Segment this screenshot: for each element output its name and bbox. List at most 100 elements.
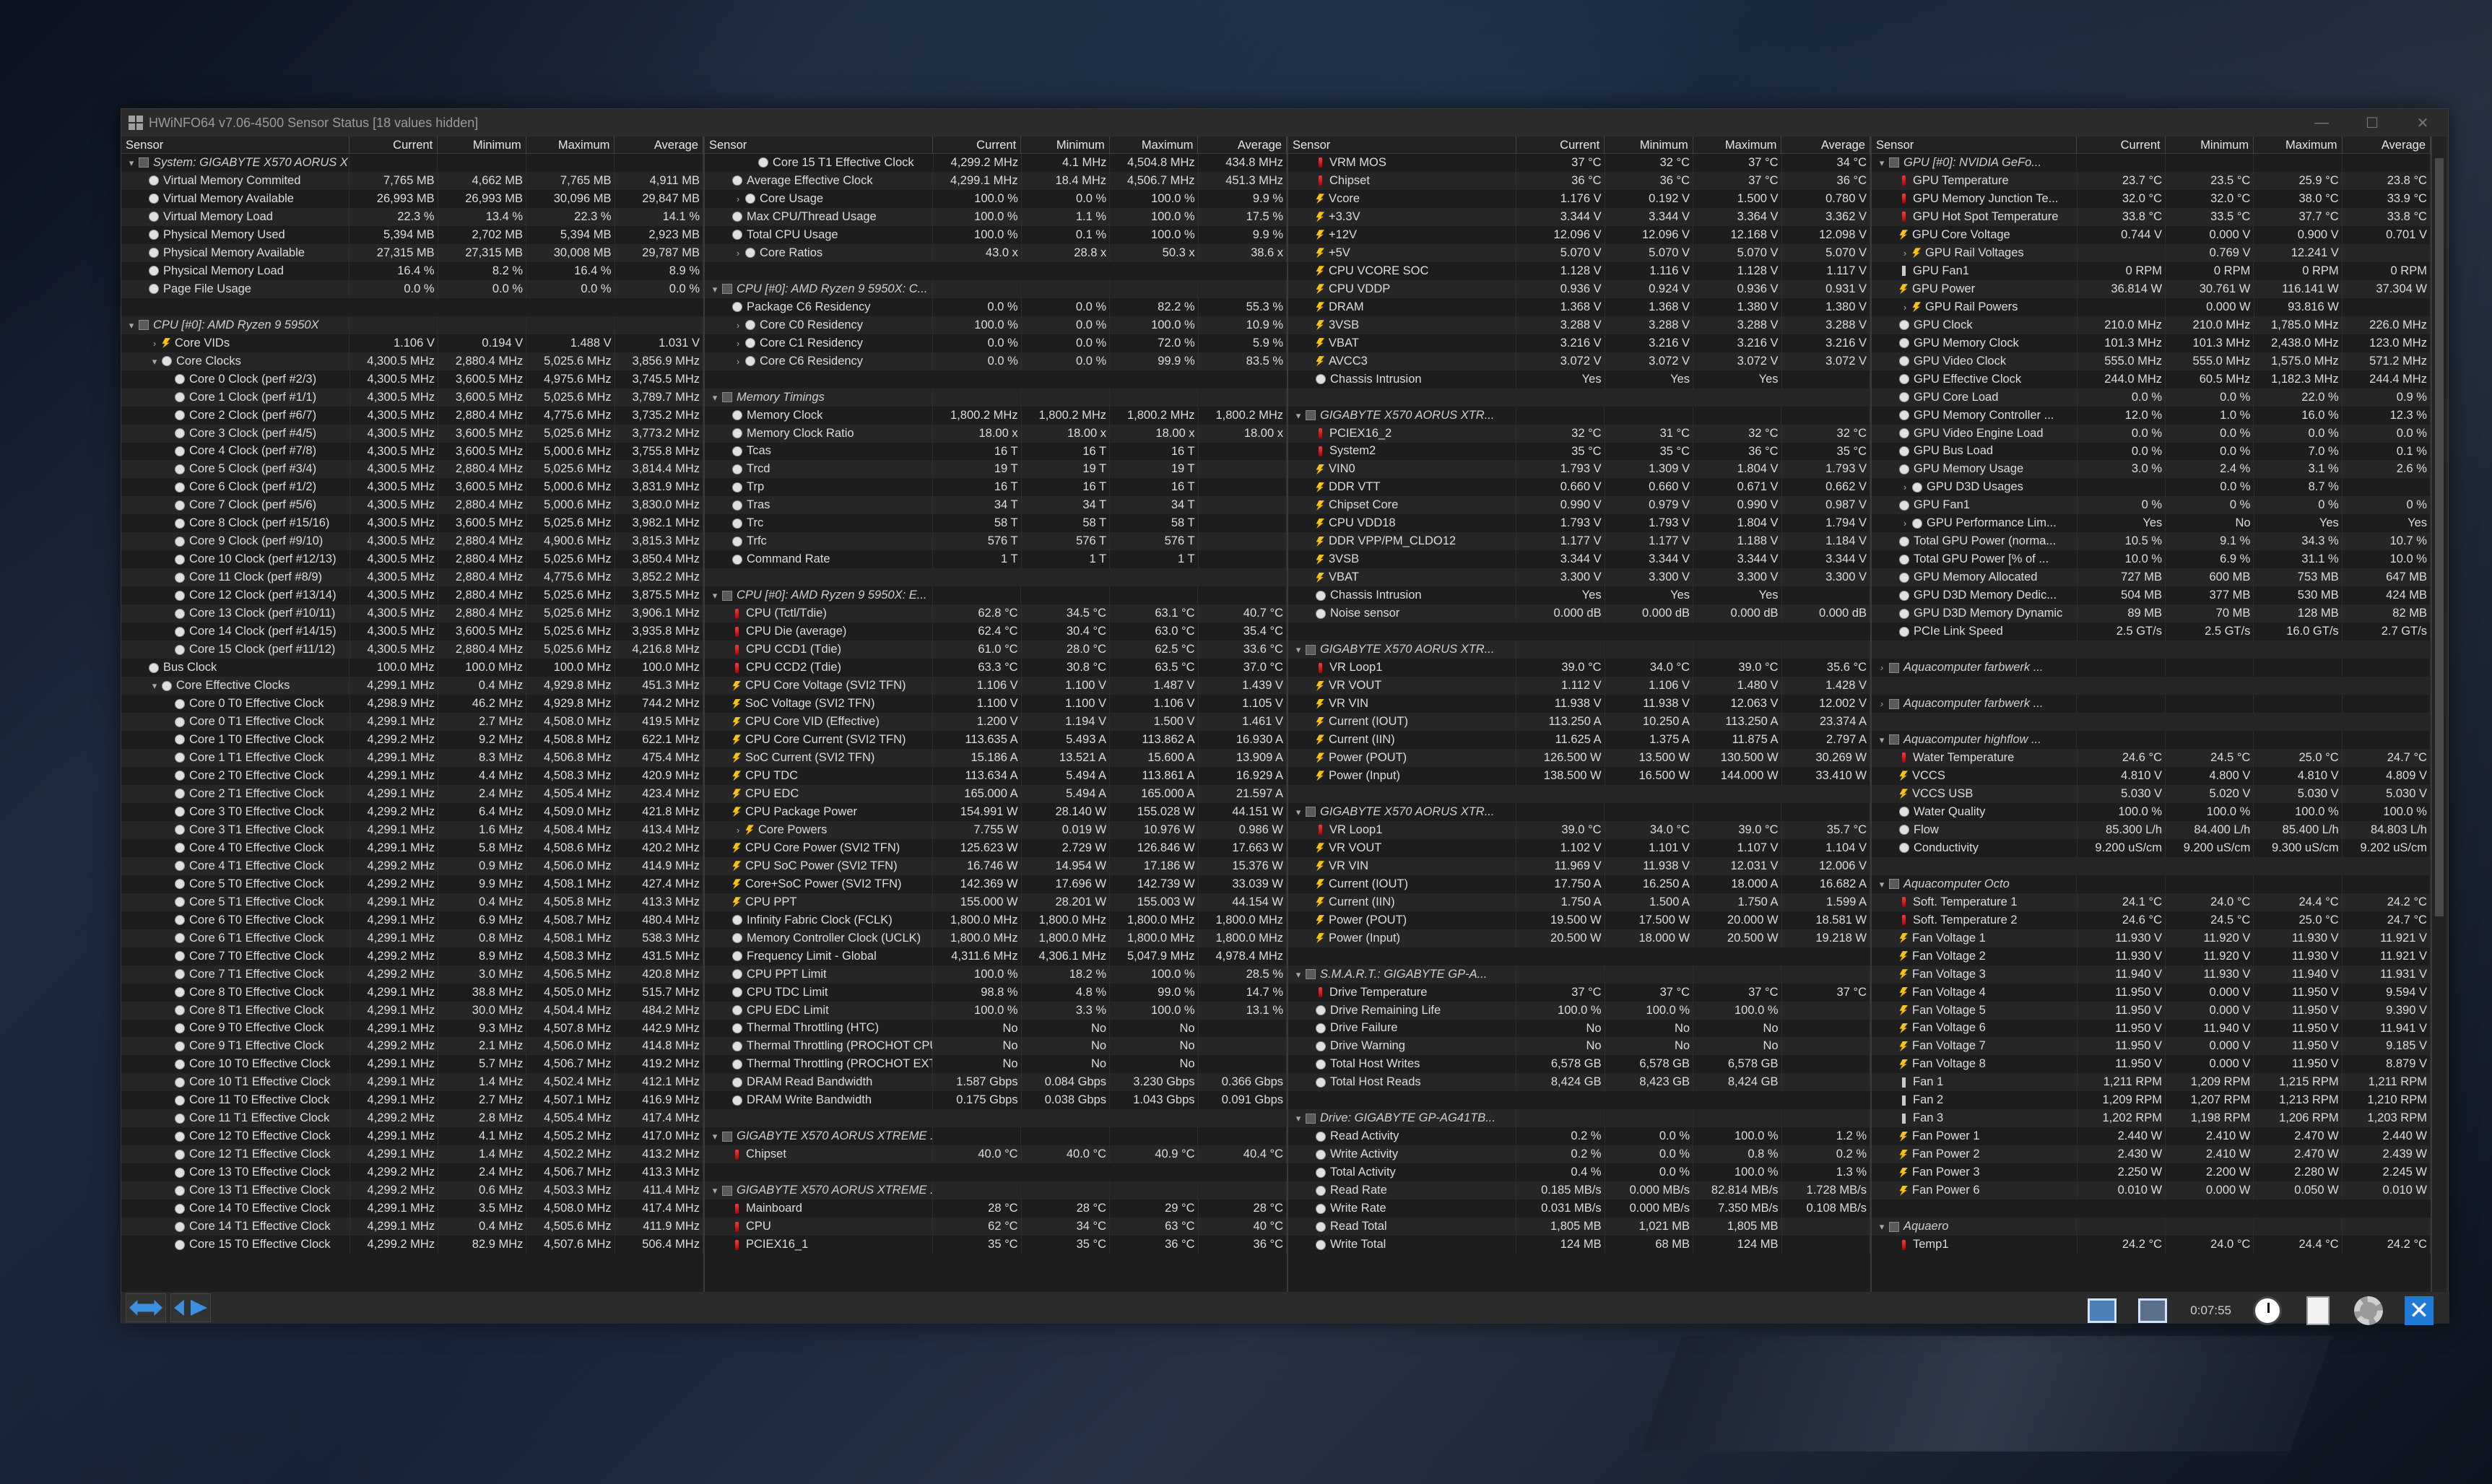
sensor-row[interactable]: CPU 62 °C 34 °C 63 °C 40 °C	[705, 1218, 1287, 1236]
sensor-row[interactable]: GPU Fan1 0 % 0 % 0 % 0 %	[1872, 496, 2431, 515]
sensor-row[interactable]: Drive Failure No No No	[1288, 1019, 1870, 1038]
sensor-row[interactable]: Core 1 T1 Effective Clock 4,299.1 MHz 8.3 …	[121, 748, 703, 767]
sensor-row[interactable]: Trcd 19 T 19 T 19 T	[705, 460, 1287, 479]
sensor-row[interactable]: Virtual Memory Available 26,993 MB 26,993 …	[121, 189, 703, 208]
minimize-button[interactable]: —	[2296, 109, 2347, 136]
expand-toggle-icon[interactable]: ▾	[126, 154, 137, 172]
sensor-row[interactable]: DRAM Write Bandwidth 0.175 Gbps 0.038 Gbps…	[705, 1091, 1287, 1110]
expand-toggle-icon[interactable]: ›	[732, 352, 744, 370]
sensor-group[interactable]: ▾ Aquaero	[1872, 1218, 2431, 1236]
sensor-row[interactable]: VR VIN 11.969 V 11.938 V 12.031 V 12.006 V	[1288, 856, 1870, 875]
sensor-row[interactable]: Fan Voltage 7 11.950 V 0.000 V 11.950 V 9.18…	[1872, 1037, 2431, 1056]
sensor-row[interactable]: Conductivity 9.200 uS/cm 9.200 uS/cm 9.300 …	[1872, 838, 2431, 857]
sensor-row[interactable]: Core 13 T0 Effective Clock 4,299.2 MHz 2.4…	[121, 1163, 703, 1182]
sensor-row[interactable]: System2 35 °C 35 °C 36 °C 35 °C	[1288, 442, 1870, 461]
expand-toggle-icon[interactable]: ▾	[709, 1181, 721, 1199]
sensor-group[interactable]: ▾ GIGABYTE X570 AORUS XTR...	[1288, 406, 1870, 425]
sensor-row[interactable]: AVCC3 3.072 V 3.072 V 3.072 V 3.072 V	[1288, 352, 1870, 370]
sensor-row[interactable]: Core 6 T1 Effective Clock 4,299.1 MHz 0.8 …	[121, 929, 703, 947]
sensor-row[interactable]: VCCS 4.810 V 4.800 V 4.810 V 4.809 V	[1872, 766, 2431, 785]
sensor-row[interactable]: Fan Power 1 2.440 W 2.410 W 2.470 W 2.440 W	[1872, 1127, 2431, 1146]
sensor-row[interactable]: Physical Memory Used 5,394 MB 2,702 MB 5,39…	[121, 225, 703, 244]
expand-toggle-icon[interactable]: ›	[732, 334, 744, 352]
sensor-row[interactable]: Chassis Intrusion Yes Yes Yes	[1288, 586, 1870, 605]
sensor-row[interactable]: Fan Voltage 6 11.950 V 11.940 V 11.950 V 11.…	[1872, 1019, 2431, 1038]
sensor-row[interactable]: Fan 3 1,202 RPM 1,198 RPM 1,206 RPM 1,203 RP…	[1872, 1109, 2431, 1128]
sensor-row[interactable]: DDR VTT 0.660 V 0.660 V 0.671 V 0.662 V	[1288, 478, 1870, 497]
sensor-row[interactable]: Core 13 T1 Effective Clock 4,299.2 MHz 0.6…	[121, 1181, 703, 1200]
sensor-row[interactable]: › GPU Rail Powers 0.000 W 93.816 W	[1872, 298, 2431, 316]
sensor-row[interactable]: Write Rate 0.031 MB/s 0.000 MB/s 7.350 MB/s…	[1288, 1199, 1870, 1218]
header-sensor[interactable]: Sensor	[1872, 136, 2078, 153]
sensor-row[interactable]: GPU Bus Load 0.0 % 0.0 % 7.0 % 0.1 %	[1872, 442, 2431, 461]
sensor-row[interactable]: PCIe Link Speed 2.5 GT/s 2.5 GT/s 16.0 GT/s…	[1872, 622, 2431, 641]
sensor-row[interactable]: Fan Power 3 2.250 W 2.200 W 2.280 W 2.245 W	[1872, 1163, 2431, 1182]
sensor-row[interactable]: Fan Power 6 0.010 W 0.000 W 0.050 W 0.010 W	[1872, 1181, 2431, 1200]
sensor-row[interactable]: GPU Memory Junction Te... 32.0 °C 32.0 °C 3…	[1872, 189, 2431, 208]
sensor-row[interactable]: Total GPU Power [% of ... 10.0 % 6.9 % 31.1…	[1872, 550, 2431, 569]
sensor-row[interactable]: Memory Clock 1,800.2 MHz 1,800.2 MHz 1,800.…	[705, 406, 1287, 425]
expand-toggle-icon[interactable]: ▾	[149, 352, 160, 370]
expand-toggle-icon[interactable]: ▾	[709, 389, 721, 407]
header-minimum[interactable]: Minimum	[1605, 136, 1693, 153]
sensor-row[interactable]: Core 2 Clock (perf #6/7) 4,300.5 MHz 2,880…	[121, 406, 703, 425]
sensor-group[interactable]: ▾ GIGABYTE X570 AORUS XTR...	[1288, 802, 1870, 821]
header-sensor[interactable]: Sensor	[121, 136, 350, 153]
sensor-row[interactable]: Core 10 T0 Effective Clock 4,299.1 MHz 5.7…	[121, 1055, 703, 1074]
sensor-row[interactable]: Frequency Limit - Global 4,311.6 MHz 4,306…	[705, 947, 1287, 966]
sensor-row[interactable]: › Core Usage 100.0 % 0.0 % 100.0 % 9.9 %	[705, 189, 1287, 208]
sensor-row[interactable]: CPU TDC Limit 98.8 % 4.8 % 99.0 % 14.7 %	[705, 983, 1287, 1002]
scrollbar-thumb[interactable]	[2435, 158, 2444, 916]
sensor-row[interactable]: Thermal Throttling (PROCHOT CPU) No No No	[705, 1037, 1287, 1056]
header-maximum[interactable]: Maximum	[1110, 136, 1199, 153]
sensor-row[interactable]: CPU Core Current (SVI2 TFN) 113.635 A 5.49…	[705, 731, 1287, 749]
sensor-row[interactable]: 3VSB 3.288 V 3.288 V 3.288 V 3.288 V	[1288, 316, 1870, 334]
sensor-row[interactable]: Core 3 Clock (perf #4/5) 4,300.5 MHz 3,600…	[121, 424, 703, 443]
expand-toggle-icon[interactable]: ▾	[1876, 154, 1888, 172]
sensor-row[interactable]: › Core Ratios 43.0 x 28.8 x 50.3 x 38.6 x	[705, 243, 1287, 262]
sensor-row[interactable]: Core 0 T0 Effective Clock 4,298.9 MHz 46.2…	[121, 695, 703, 713]
header-average[interactable]: Average	[1198, 136, 1287, 153]
sensor-group[interactable]: ▾ GIGABYTE X570 AORUS XTREME ...	[705, 1127, 1287, 1146]
sensor-row[interactable]: DRAM 1.368 V 1.368 V 1.380 V 1.380 V	[1288, 298, 1870, 316]
sensor-row[interactable]: Core 0 Clock (perf #2/3) 4,300.5 MHz 3,600…	[121, 370, 703, 389]
sensor-row[interactable]: Core 12 Clock (perf #13/14) 4,300.5 MHz 2,…	[121, 586, 703, 605]
sensor-row[interactable]: Core 9 T1 Effective Clock 4,299.2 MHz 2.1 …	[121, 1037, 703, 1056]
sensor-group[interactable]: ▾ Aquacomputer highflow ...	[1872, 731, 2431, 749]
expand-toggle-icon[interactable]: ▾	[709, 1127, 721, 1145]
sensor-row[interactable]: VR VOUT 1.112 V 1.106 V 1.480 V 1.428 V	[1288, 677, 1870, 695]
sensor-row[interactable]: Core 5 T0 Effective Clock 4,299.2 MHz 9.9 …	[121, 875, 703, 893]
expand-toggle-icon[interactable]: ▾	[709, 280, 721, 298]
sensor-row[interactable]: Core 12 T1 Effective Clock 4,299.1 MHz 1.4…	[121, 1145, 703, 1164]
sensor-row[interactable]: › Core C0 Residency 100.0 % 0.0 % 100.0 % 10.…	[705, 316, 1287, 334]
header-current[interactable]: Current	[933, 136, 1022, 153]
sensor-row[interactable]: Chipset 40.0 °C 40.0 °C 40.9 °C 40.4 °C	[705, 1145, 1287, 1164]
sensor-row[interactable]: Fan Power 2 2.430 W 2.410 W 2.470 W 2.439 W	[1872, 1145, 2431, 1164]
sensor-row[interactable]: Core 10 Clock (perf #12/13) 4,300.5 MHz 2,…	[121, 550, 703, 569]
sensor-row[interactable]: Core 15 T1 Effective Clock 4,299.2 MHz 4.1…	[705, 154, 1287, 172]
sensor-row[interactable]: Total Activity 0.4 % 0.0 % 100.0 % 1.3 %	[1288, 1163, 1870, 1182]
sensor-row[interactable]: Fan 1 1,211 RPM 1,209 RPM 1,215 RPM 1,211 RP…	[1872, 1073, 2431, 1092]
maximize-button[interactable]: ☐	[2347, 109, 2397, 136]
sensor-row[interactable]: Core 15 Clock (perf #11/12) 4,300.5 MHz 2,…	[121, 641, 703, 659]
sensor-row[interactable]: Power (Input) 138.500 W 16.500 W 144.000 W3…	[1288, 766, 1870, 785]
sensor-row[interactable]: Total Host Writes 6,578 GB 6,578 GB 6,578 G…	[1288, 1055, 1870, 1074]
sensor-row[interactable]: PCIEX16_2 32 °C 31 °C 32 °C 32 °C	[1288, 424, 1870, 443]
sensor-row[interactable]: SoC Current (SVI2 TFN) 15.186 A 13.521 A 15…	[705, 748, 1287, 767]
sensor-row[interactable]: Drive Temperature 37 °C 37 °C 37 °C 37 °C	[1288, 983, 1870, 1002]
expand-toggle-icon[interactable]: ›	[1899, 298, 1911, 316]
sensor-row[interactable]: Thermal Throttling (HTC) No No No	[705, 1019, 1287, 1038]
header-maximum[interactable]: Maximum	[526, 136, 615, 153]
sensor-row[interactable]: CPU Core Voltage (SVI2 TFN) 1.106 V 1.100 …	[705, 677, 1287, 695]
sensor-group[interactable]: ▾ GIGABYTE X570 AORUS XTREME ...	[705, 1181, 1287, 1200]
sensor-row[interactable]: Total CPU Usage 100.0 % 0.1 % 100.0 % 9.9 %	[705, 225, 1287, 244]
sensor-row[interactable]: Mainboard 28 °C 28 °C 29 °C 28 °C	[705, 1199, 1287, 1218]
sensor-row[interactable]: Noise sensor 0.000 dB 0.000 dB 0.000 dB 0.00…	[1288, 604, 1870, 623]
sensor-row[interactable]: Core 14 Clock (perf #14/15) 4,300.5 MHz 3,…	[121, 622, 703, 641]
expand-toggle-icon[interactable]: ▾	[126, 316, 137, 334]
sensor-row[interactable]: CPU VDDP 0.936 V 0.924 V 0.936 V 0.931 V	[1288, 279, 1870, 298]
sensor-row[interactable]: Virtual Memory Load 22.3 % 13.4 % 22.3 % 14.…	[121, 207, 703, 226]
sensor-row[interactable]: Package C6 Residency 0.0 % 0.0 % 82.2 % 55.3…	[705, 298, 1287, 316]
sensor-row[interactable]: Core 7 Clock (perf #5/6) 4,300.5 MHz 2,880…	[121, 496, 703, 515]
sensor-row[interactable]: PCIEX16_1 35 °C 35 °C 36 °C 36 °C	[705, 1236, 1287, 1254]
